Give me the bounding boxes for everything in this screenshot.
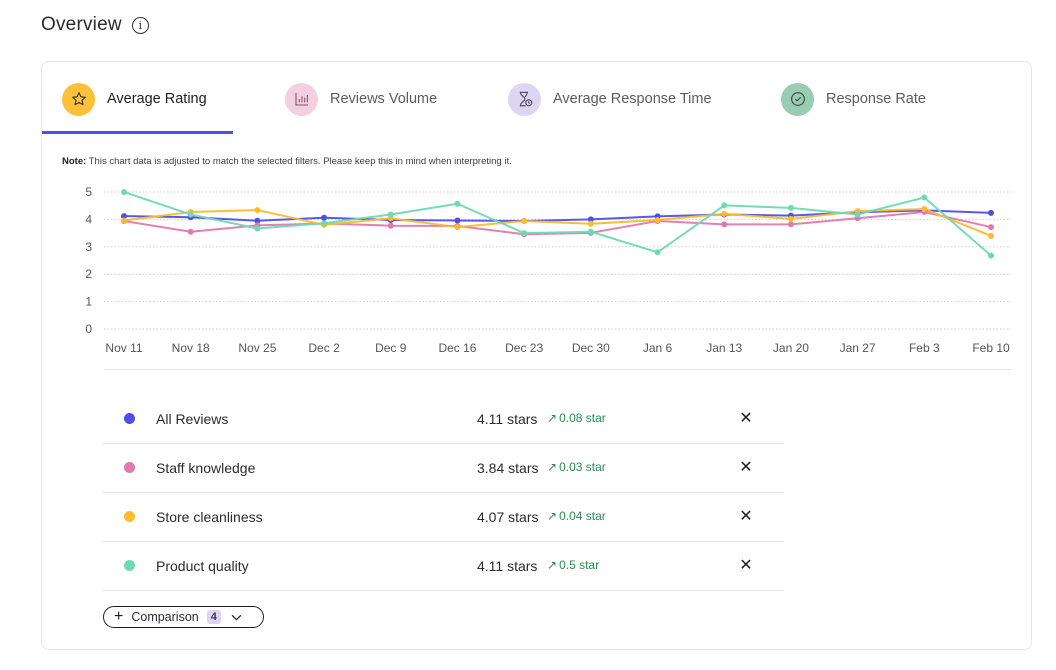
x-tick-label: Feb 10 bbox=[972, 341, 1010, 355]
legend-row: Staff knowledge 3.84 stars ↗ 0.03 star ✕ bbox=[103, 444, 784, 493]
plus-icon: + bbox=[114, 608, 124, 625]
delta-value: 0.03 star bbox=[559, 460, 606, 474]
x-tick-label: Feb 3 bbox=[909, 341, 940, 355]
x-tick-label: Nov 18 bbox=[172, 341, 210, 355]
data-point bbox=[921, 205, 928, 212]
data-point bbox=[121, 217, 127, 224]
data-point bbox=[521, 230, 528, 237]
data-point bbox=[988, 224, 994, 231]
series-value: 3.84 stars bbox=[477, 460, 539, 476]
chevron-down-icon bbox=[231, 614, 242, 621]
y-tick-label: 4 bbox=[85, 212, 92, 226]
data-point bbox=[921, 194, 928, 201]
arrow-up-right-icon: ↗ bbox=[547, 509, 558, 523]
series-color-dot bbox=[124, 511, 135, 522]
series-legend: All Reviews 4.11 stars ↗ 0.08 star ✕ Staff kn… bbox=[103, 395, 784, 591]
comparison-label: Comparison bbox=[131, 610, 199, 624]
y-tick-label: 3 bbox=[85, 240, 92, 254]
x-tick-label: Nov 11 bbox=[105, 341, 142, 355]
data-point bbox=[521, 218, 528, 225]
close-icon[interactable]: ✕ bbox=[737, 506, 755, 526]
x-tick-label: Jan 20 bbox=[773, 341, 809, 355]
delta-value: 0.5 star bbox=[559, 558, 600, 572]
series-value: 4.07 stars bbox=[477, 509, 539, 525]
series-color-dot bbox=[124, 462, 135, 473]
arrow-up-right-icon: ↗ bbox=[547, 558, 558, 572]
data-point bbox=[721, 210, 728, 217]
data-point bbox=[121, 189, 127, 195]
data-point bbox=[988, 252, 994, 259]
data-point bbox=[254, 225, 261, 232]
x-tick-label: Dec 30 bbox=[572, 341, 610, 355]
series-line-product-quality bbox=[123, 191, 992, 257]
series-delta: ↗ 0.5 star bbox=[547, 558, 599, 572]
data-point bbox=[254, 207, 261, 214]
y-tick-label: 0 bbox=[85, 322, 92, 336]
close-icon[interactable]: ✕ bbox=[737, 457, 755, 477]
series-delta: ↗ 0.08 star bbox=[547, 411, 606, 425]
data-point bbox=[587, 228, 594, 235]
page-title: Overview bbox=[41, 14, 122, 35]
x-tick-label: Dec 16 bbox=[438, 341, 476, 355]
series-name: Staff knowledge bbox=[156, 460, 256, 476]
legend-row: Product quality 4.11 stars ↗ 0.5 star ✕ bbox=[103, 542, 784, 591]
comparison-button[interactable]: + Comparison 4 bbox=[103, 606, 264, 628]
data-point bbox=[587, 220, 594, 227]
x-tick-label: Dec 9 bbox=[375, 341, 407, 355]
series-delta: ↗ 0.04 star bbox=[547, 509, 606, 523]
data-point bbox=[721, 221, 728, 228]
data-point bbox=[787, 204, 794, 211]
y-tick-label: 5 bbox=[85, 185, 92, 199]
data-point bbox=[187, 211, 194, 218]
y-tick-label: 1 bbox=[85, 295, 92, 309]
data-point bbox=[187, 228, 194, 235]
series-value: 4.11 stars bbox=[477, 558, 538, 574]
data-point bbox=[454, 224, 461, 231]
arrow-up-right-icon: ↗ bbox=[547, 411, 558, 425]
y-tick-label: 2 bbox=[85, 267, 92, 281]
data-point bbox=[454, 217, 461, 224]
x-tick-label: Jan 13 bbox=[706, 341, 742, 355]
arrow-up-right-icon: ↗ bbox=[547, 460, 558, 474]
line-chart: 0 1 2 3 4 5 Nov 11 Nov 18 Nov 25 Dec 2 Dec 9 Dec 16… bbox=[85, 185, 1011, 370]
legend-row: Store cleanliness 4.07 stars ↗ 0.04 star ✕ bbox=[103, 493, 784, 542]
data-point bbox=[787, 215, 794, 222]
series-color-dot bbox=[124, 413, 135, 424]
comparison-count-badge: 4 bbox=[206, 610, 221, 624]
x-tick-label: Dec 23 bbox=[505, 341, 543, 355]
data-point bbox=[787, 221, 794, 228]
data-point bbox=[654, 249, 661, 256]
data-point bbox=[721, 202, 728, 209]
series-delta: ↗ 0.03 star bbox=[547, 460, 606, 474]
series-name: Product quality bbox=[156, 558, 249, 574]
series-color-dot bbox=[124, 560, 135, 571]
series-value: 4.11 stars bbox=[477, 411, 538, 427]
overview-card: Average Rating Reviews Volume Average Re… bbox=[41, 61, 1032, 650]
data-point bbox=[854, 211, 861, 218]
data-point bbox=[654, 216, 661, 223]
info-circle-icon[interactable]: i bbox=[131, 16, 149, 34]
data-point bbox=[387, 211, 394, 218]
close-icon[interactable]: ✕ bbox=[737, 408, 755, 428]
x-tick-label: Dec 2 bbox=[308, 341, 340, 355]
data-point bbox=[321, 214, 328, 221]
data-point bbox=[454, 200, 461, 207]
delta-value: 0.08 star bbox=[559, 411, 606, 425]
x-tick-label: Jan 27 bbox=[840, 341, 876, 355]
series-name: All Reviews bbox=[156, 411, 229, 427]
legend-row: All Reviews 4.11 stars ↗ 0.08 star ✕ bbox=[103, 395, 784, 444]
header: Overview i bbox=[41, 14, 149, 36]
delta-value: 0.04 star bbox=[559, 509, 606, 523]
data-point bbox=[988, 232, 994, 239]
data-point bbox=[321, 220, 328, 227]
close-icon[interactable]: ✕ bbox=[737, 555, 755, 575]
series-name: Store cleanliness bbox=[156, 509, 263, 525]
data-point bbox=[988, 209, 994, 216]
x-tick-label: Nov 25 bbox=[238, 341, 276, 355]
data-point bbox=[387, 222, 394, 229]
x-tick-label: Jan 6 bbox=[643, 341, 673, 355]
